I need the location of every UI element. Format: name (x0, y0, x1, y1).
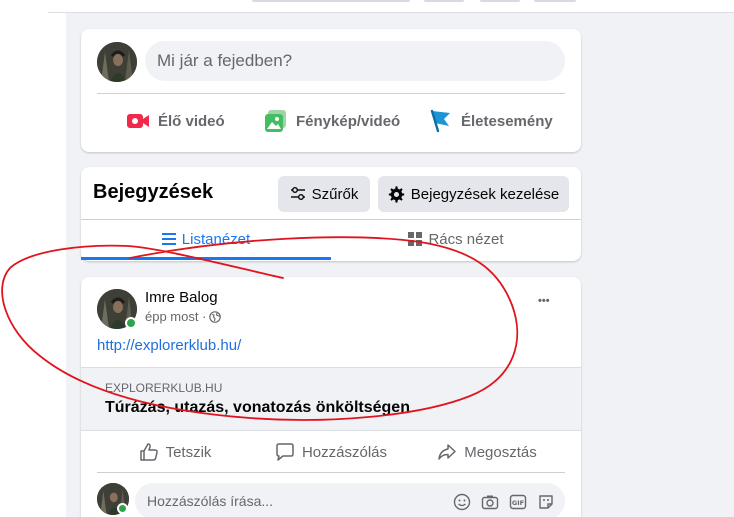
manage-posts-label: Bejegyzések kezelése (410, 185, 560, 203)
comment-placeholder: Hozzászólás írása... (147, 493, 274, 509)
gif-icon[interactable]: GIF (509, 488, 527, 510)
post-timestamp[interactable]: épp most · (145, 309, 206, 324)
globe-icon[interactable] (209, 310, 222, 323)
comment-button[interactable]: Hozzászólás (253, 434, 409, 470)
grid-icon (408, 232, 423, 246)
filter-sliders-icon (290, 187, 305, 200)
nav-tab-indicator[interactable] (252, 0, 410, 2)
camera-icon[interactable] (481, 488, 499, 510)
filters-button[interactable]: Szűrők (278, 176, 370, 212)
nav-tab-indicator[interactable] (534, 0, 576, 2)
post-composer-card: Mi jár a fejedben? Élő videó Fénykép/vid… (81, 29, 581, 152)
life-event-button[interactable]: Életesemény (429, 101, 553, 141)
photo-icon (265, 110, 286, 132)
nav-tab-indicator[interactable] (424, 0, 464, 2)
photo-video-label: Fénykép/videó (296, 112, 401, 130)
gear-icon (388, 185, 404, 203)
list-icon (161, 233, 176, 245)
link-preview[interactable]: EXPLORERKLUB.HU Túrázás, utazás, vonatoz… (81, 367, 581, 431)
avatar[interactable] (97, 42, 137, 82)
post-options-button[interactable]: ••• (538, 295, 550, 307)
share-arrow-icon (438, 444, 456, 460)
photo-video-button[interactable]: Fénykép/videó (264, 101, 400, 141)
posts-title: Bejegyzések (93, 181, 214, 203)
emoji-icon[interactable] (453, 488, 471, 511)
post-card: Imre Balog épp most · ••• http://explore… (81, 277, 581, 517)
online-status-dot (125, 317, 137, 329)
comment-label: Hozzászólás (301, 443, 388, 461)
active-tab-indicator (81, 257, 331, 260)
like-label: Tetszik (165, 443, 212, 461)
live-video-button[interactable]: Élő videó (126, 101, 225, 141)
profile-photo-icon (97, 42, 137, 82)
link-preview-title: Túrázás, utazás, vonatozás önköltségen (105, 399, 410, 416)
composer-divider (97, 93, 565, 94)
tab-list-view-label: Listanézet (181, 230, 251, 248)
filters-label: Szűrők (311, 185, 359, 203)
live-video-icon (127, 114, 149, 128)
online-status-dot (117, 503, 128, 514)
tab-grid-view-label: Rács nézet (428, 230, 504, 248)
like-button[interactable]: Tetszik (97, 434, 253, 470)
posts-header-card: Bejegyzések Szűrők Bejegyzések kezelése … (81, 167, 581, 261)
comment-tools: GIF (453, 488, 555, 511)
left-column (48, 13, 66, 517)
top-navigation-bar (48, 0, 734, 13)
post-link[interactable]: http://explorerklub.hu/ (97, 337, 241, 354)
life-event-flag-icon (430, 109, 450, 133)
link-preview-domain: EXPLORERKLUB.HU (105, 381, 223, 395)
post-actions-divider (97, 472, 565, 473)
sticker-icon[interactable] (537, 488, 555, 509)
post-meta: épp most · (145, 309, 222, 324)
share-label: Megosztás (464, 443, 537, 461)
svg-text:GIF: GIF (512, 499, 524, 507)
post-author-name[interactable]: Imre Balog (145, 289, 218, 306)
comment-input[interactable]: Hozzászólás írása... GIF (135, 483, 565, 517)
comment-bubble-icon (276, 443, 294, 461)
live-video-label: Élő videó (158, 112, 225, 130)
manage-posts-button[interactable]: Bejegyzések kezelése (378, 176, 569, 212)
tab-list-view[interactable]: Listanézet (81, 219, 331, 259)
whats-on-your-mind-input[interactable]: Mi jár a fejedben? (145, 41, 565, 81)
thumbs-up-icon (139, 443, 158, 461)
nav-tab-indicator[interactable] (480, 0, 520, 2)
share-button[interactable]: Megosztás (409, 434, 565, 470)
tab-grid-view[interactable]: Rács nézet (331, 219, 581, 259)
life-event-label: Életesemény (461, 112, 553, 130)
